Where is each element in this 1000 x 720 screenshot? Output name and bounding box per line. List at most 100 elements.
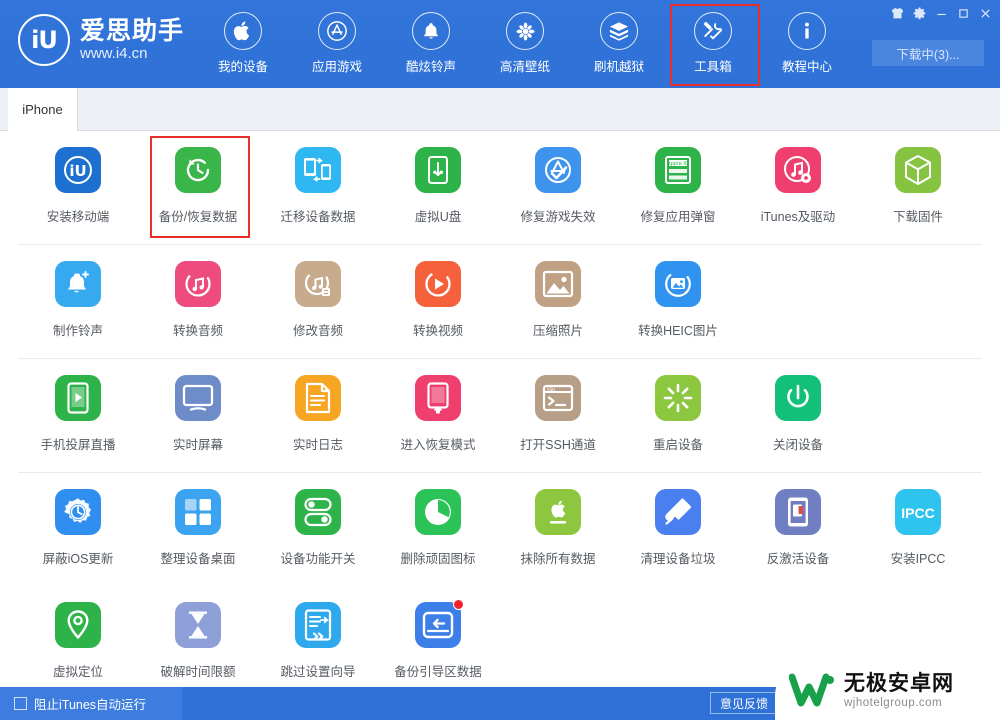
virtual-location-icon bbox=[55, 602, 101, 648]
tool-tile-label: 备份引导区数据 bbox=[394, 665, 482, 679]
tool-tile-convert-audio[interactable]: 转换音频 bbox=[138, 245, 258, 355]
tool-tile-screen-cast[interactable]: 手机投屏直播 bbox=[18, 359, 138, 469]
skin-icon[interactable] bbox=[886, 2, 908, 24]
tool-tile-label: 实时屏幕 bbox=[172, 438, 223, 452]
tool-tile-label: 转换音频 bbox=[172, 324, 223, 338]
tool-tile-erase-all-data[interactable]: 抹除所有数据 bbox=[498, 473, 618, 583]
fix-appleid-popup-icon: Apple ID bbox=[655, 147, 701, 193]
download-status-button[interactable]: 下载中(3)... bbox=[872, 40, 984, 66]
tool-tile-realtime-screen[interactable]: 实时屏幕 bbox=[138, 359, 258, 469]
tool-tile-block-ios-update[interactable]: 屏蔽iOS更新 bbox=[18, 473, 138, 583]
compress-photo-icon bbox=[535, 261, 581, 307]
tool-tile-clean-junk[interactable]: 清理设备垃圾 bbox=[618, 473, 738, 583]
gear-icon[interactable] bbox=[908, 2, 930, 24]
backup-boot-data-icon bbox=[415, 599, 464, 648]
tool-tile-shutdown-device[interactable]: 关闭设备 bbox=[738, 359, 858, 469]
tool-tile-label: 关闭设备 bbox=[772, 438, 823, 452]
app-window: iU 爱思助手 www.i4.cn 我的设备 应用游戏 酷炫铃声 高清壁纸 刷机越狱 工具… bbox=[0, 0, 1000, 720]
toolbox-row-tiles: iU 安装移动端 备份/恢复数据 迁移设备数据 虚拟U盘 修复游戏失效 Apple ID 修复… bbox=[18, 131, 982, 244]
nav-item-label: 应用游戏 bbox=[311, 60, 362, 74]
nav-item-label: 工具箱 bbox=[694, 60, 732, 74]
tool-tile-label: 跳过设置向导 bbox=[280, 665, 356, 679]
tool-tile-label: 转换HEIC图片 bbox=[638, 324, 718, 338]
tool-tile-label: 删除顽固图标 bbox=[400, 552, 476, 566]
nav-item-1[interactable]: 应用游戏 bbox=[290, 8, 384, 80]
tool-tile-convert-video[interactable]: 转换视频 bbox=[378, 245, 498, 355]
tool-tile-ssh-tunnel[interactable]: SSH 打开SSH通道 bbox=[498, 359, 618, 469]
tool-tile-convert-heic[interactable]: 转换HEIC图片 bbox=[618, 245, 738, 355]
tool-tile-feature-toggle[interactable]: 设备功能开关 bbox=[258, 473, 378, 583]
tool-tile-make-ringtone[interactable]: 制作铃声 bbox=[18, 245, 138, 355]
tool-tile-label: 虚拟定位 bbox=[52, 665, 103, 679]
remove-stubborn-icon bbox=[415, 489, 461, 535]
block-itunes-checkbox[interactable] bbox=[14, 697, 27, 710]
tool-tile-itunes-driver[interactable]: iTunes及驱动 bbox=[738, 131, 858, 241]
tool-tile-install-ipcc[interactable]: IPCC 安装IPCC bbox=[858, 473, 978, 583]
nav-item-4[interactable]: 刷机越狱 bbox=[572, 8, 666, 80]
tool-tile-edit-audio[interactable]: 修改音频 bbox=[258, 245, 378, 355]
watermark-text: 无极安卓网 wjhotelgroup.com bbox=[844, 671, 954, 709]
tool-tile-restart-device[interactable]: 重启设备 bbox=[618, 359, 738, 469]
block-itunes-checkbox-row[interactable]: 阻止iTunes自动运行 bbox=[0, 687, 182, 720]
edit-audio-icon bbox=[295, 261, 341, 307]
nav-item-2[interactable]: 酷炫铃声 bbox=[384, 8, 478, 80]
nav-item-0[interactable]: 我的设备 bbox=[196, 8, 290, 80]
tool-tile-label: 修改音频 bbox=[292, 324, 343, 338]
tool-tile-migrate-data[interactable]: 迁移设备数据 bbox=[258, 131, 378, 241]
info-icon bbox=[788, 12, 826, 50]
brand-logo[interactable]: iU 爱思助手 www.i4.cn bbox=[18, 14, 184, 66]
toolbox-row: 手机投屏直播 实时屏幕 实时日志 进入恢复模式 SSH 打开SSH通道 重启设备 关闭设备 bbox=[0, 359, 1000, 472]
notification-badge bbox=[453, 599, 464, 610]
minimize-icon[interactable] bbox=[930, 2, 952, 24]
maximize-icon[interactable] bbox=[952, 2, 974, 24]
convert-audio-icon bbox=[175, 261, 221, 307]
tool-tile-download-firmware[interactable]: 下载固件 bbox=[858, 131, 978, 241]
tool-tile-label: 安装移动端 bbox=[46, 210, 110, 224]
tool-tile-virtual-location[interactable]: 虚拟定位 bbox=[18, 586, 138, 687]
wuji-logo-icon bbox=[788, 673, 835, 709]
tool-tile-fix-appleid-popup[interactable]: Apple ID 修复应用弹窗 bbox=[618, 131, 738, 241]
tool-tile-crack-screentime[interactable]: 破解时间限额 bbox=[138, 586, 258, 687]
watermark-url: wjhotelgroup.com bbox=[844, 696, 943, 709]
main-nav: 我的设备 应用游戏 酷炫铃声 高清壁纸 刷机越狱 工具箱 教程中心 bbox=[196, 4, 854, 86]
nav-item-label: 高清壁纸 bbox=[499, 60, 550, 74]
tool-tile-fix-game[interactable]: 修复游戏失效 bbox=[498, 131, 618, 241]
svg-text:iU: iU bbox=[69, 162, 86, 180]
apple-icon bbox=[224, 12, 262, 50]
tool-tile-label: 转换视频 bbox=[412, 324, 463, 338]
tool-tile-recovery-mode[interactable]: 进入恢复模式 bbox=[378, 359, 498, 469]
feedback-button[interactable]: 意见反馈 bbox=[709, 692, 778, 714]
nav-item-5[interactable]: 工具箱 bbox=[666, 4, 760, 86]
tool-tile-i4-app[interactable]: iU 安装移动端 bbox=[18, 131, 138, 241]
nav-item-3[interactable]: 高清壁纸 bbox=[478, 8, 572, 80]
migrate-data-icon bbox=[295, 147, 341, 193]
tool-tile-skip-setup[interactable]: 跳过设置向导 bbox=[258, 586, 378, 687]
tool-tile-label: 打开SSH通道 bbox=[520, 438, 596, 452]
tool-tile-arrange-desktop[interactable]: 整理设备桌面 bbox=[138, 473, 258, 583]
tool-tile-remove-stubborn[interactable]: 删除顽固图标 bbox=[378, 473, 498, 583]
tool-tile-label: 手机投屏直播 bbox=[40, 438, 116, 452]
close-icon[interactable] bbox=[974, 2, 996, 24]
convert-video-icon bbox=[415, 261, 461, 307]
tool-tile-backup-boot-data[interactable]: 备份引导区数据 bbox=[378, 586, 498, 687]
brand-url: www.i4.cn bbox=[80, 45, 148, 63]
screen-cast-icon bbox=[55, 375, 101, 421]
window-controls bbox=[886, 0, 996, 26]
watermark-title: 无极安卓网 bbox=[844, 671, 954, 695]
tool-tile-deactivate-device[interactable]: 反激活设备 bbox=[738, 473, 858, 583]
toolbox-row: iU 安装移动端 备份/恢复数据 迁移设备数据 虚拟U盘 修复游戏失效 Apple ID 修复… bbox=[0, 131, 1000, 244]
toolbox-row: 屏蔽iOS更新 整理设备桌面 设备功能开关 删除顽固图标 抹除所有数据 清理设备垃圾 反激活… bbox=[0, 473, 1000, 586]
usb-drive-icon bbox=[415, 147, 461, 193]
tool-tile-usb-drive[interactable]: 虚拟U盘 bbox=[378, 131, 498, 241]
tool-tile-compress-photo[interactable]: 压缩照片 bbox=[498, 245, 618, 355]
nav-item-label: 教程中心 bbox=[781, 60, 832, 74]
tab-iphone[interactable]: iPhone bbox=[8, 88, 78, 131]
tool-tile-label: 清理设备垃圾 bbox=[640, 552, 716, 566]
nav-item-6[interactable]: 教程中心 bbox=[760, 8, 854, 80]
skip-setup-icon bbox=[295, 602, 341, 648]
nav-item-label: 我的设备 bbox=[217, 60, 268, 74]
tool-tile-realtime-log[interactable]: 实时日志 bbox=[258, 359, 378, 469]
tool-tile-label: 制作铃声 bbox=[52, 324, 103, 338]
tool-tile-backup-restore[interactable]: 备份/恢复数据 bbox=[138, 131, 258, 241]
toolbox-row-tiles: 手机投屏直播 实时屏幕 实时日志 进入恢复模式 SSH 打开SSH通道 重启设备 关闭设备 bbox=[18, 359, 982, 472]
